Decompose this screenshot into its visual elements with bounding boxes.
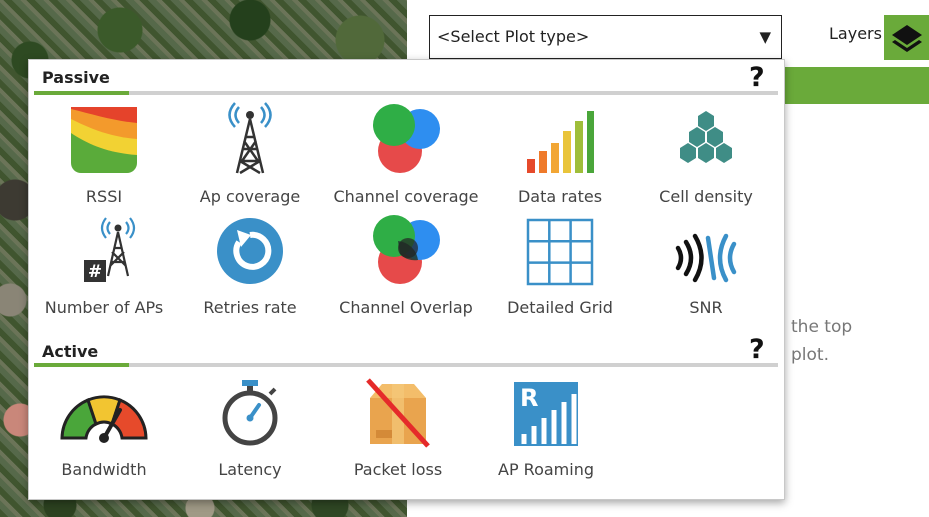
svg-text:#: # [88, 262, 102, 282]
plot-option-label: SNR [689, 298, 723, 317]
plot-option-snr[interactable]: SNR [631, 216, 781, 317]
ap-tower-icon [228, 102, 272, 175]
layers-button[interactable] [884, 15, 929, 60]
plot-option-label: Number of APs [44, 298, 164, 317]
layers-icon [891, 24, 922, 52]
plot-option-channel-coverage[interactable]: Channel coverage [331, 104, 481, 206]
plot-option-label: Detailed Grid [507, 298, 613, 317]
ap-roaming-letter: R [520, 384, 538, 412]
plot-option-label: Cell density [659, 187, 753, 206]
plot-type-panel: Passive ? RSSI Ap coverage Channel cover… [28, 59, 785, 500]
plot-option-cell-density[interactable]: Cell density [631, 105, 781, 206]
passive-help-icon[interactable]: ? [749, 62, 765, 93]
plot-option-label: Channel Overlap [339, 298, 473, 317]
active-help-icon[interactable]: ? [749, 334, 765, 365]
caret-down-icon: ▼ [759, 28, 771, 46]
rssi-heatmap-icon [71, 107, 137, 173]
active-divider [34, 363, 778, 367]
plot-option-label: Bandwidth [61, 460, 147, 479]
crossed-package-icon [366, 378, 430, 448]
passive-divider [34, 91, 778, 95]
plot-option-label: Channel coverage [333, 187, 479, 206]
plot-option-ap-coverage[interactable]: Ap coverage [175, 102, 325, 206]
hint-text: the top plot. [791, 317, 853, 365]
grid-icon [526, 218, 594, 286]
plot-option-label: Retries rate [203, 298, 297, 317]
plot-option-channel-overlap[interactable]: Channel Overlap [331, 215, 481, 317]
layers-label: Layers [829, 24, 882, 43]
bar-rates-icon [527, 111, 594, 173]
plot-option-label: Ap coverage [199, 187, 301, 206]
plot-option-latency[interactable]: Latency [175, 378, 325, 479]
channel-circles-icon [373, 104, 440, 173]
plot-option-packet-loss[interactable]: Packet loss [323, 378, 473, 479]
hexagon-cluster-icon [680, 111, 732, 163]
section-title-passive: Passive [42, 68, 110, 87]
section-title-active: Active [42, 342, 99, 361]
plot-option-label: AP Roaming [498, 460, 594, 479]
ap-count-icon: # [84, 217, 136, 282]
plot-option-label: Packet loss [353, 460, 443, 479]
plot-option-label: Latency [218, 460, 282, 479]
retry-arrow-icon [217, 218, 283, 284]
plot-option-detailed-grid[interactable]: Detailed Grid [485, 216, 635, 317]
plot-option-bandwidth[interactable]: Bandwidth [29, 378, 179, 479]
plot-option-label: Data rates [517, 187, 603, 206]
plot-option-data-rates[interactable]: Data rates [485, 105, 635, 206]
plot-type-select-value: <Select Plot type> [437, 27, 590, 46]
plot-type-select[interactable]: <Select Plot type> ▼ [429, 15, 782, 59]
plot-option-retries-rate[interactable]: Retries rate [175, 216, 325, 317]
channel-overlap-icon [373, 215, 440, 284]
green-header-bar [785, 67, 929, 104]
gauge-icon [60, 395, 148, 443]
snr-waves-icon [675, 233, 737, 283]
plot-option-rssi[interactable]: RSSI [29, 105, 179, 206]
stopwatch-icon [222, 380, 278, 446]
plot-option-number-of-aps[interactable]: # Number of APs [29, 216, 179, 317]
ap-roaming-icon: R [514, 382, 578, 446]
plot-option-label: RSSI [85, 187, 123, 206]
plot-option-ap-roaming[interactable]: R AP Roaming [471, 378, 621, 479]
